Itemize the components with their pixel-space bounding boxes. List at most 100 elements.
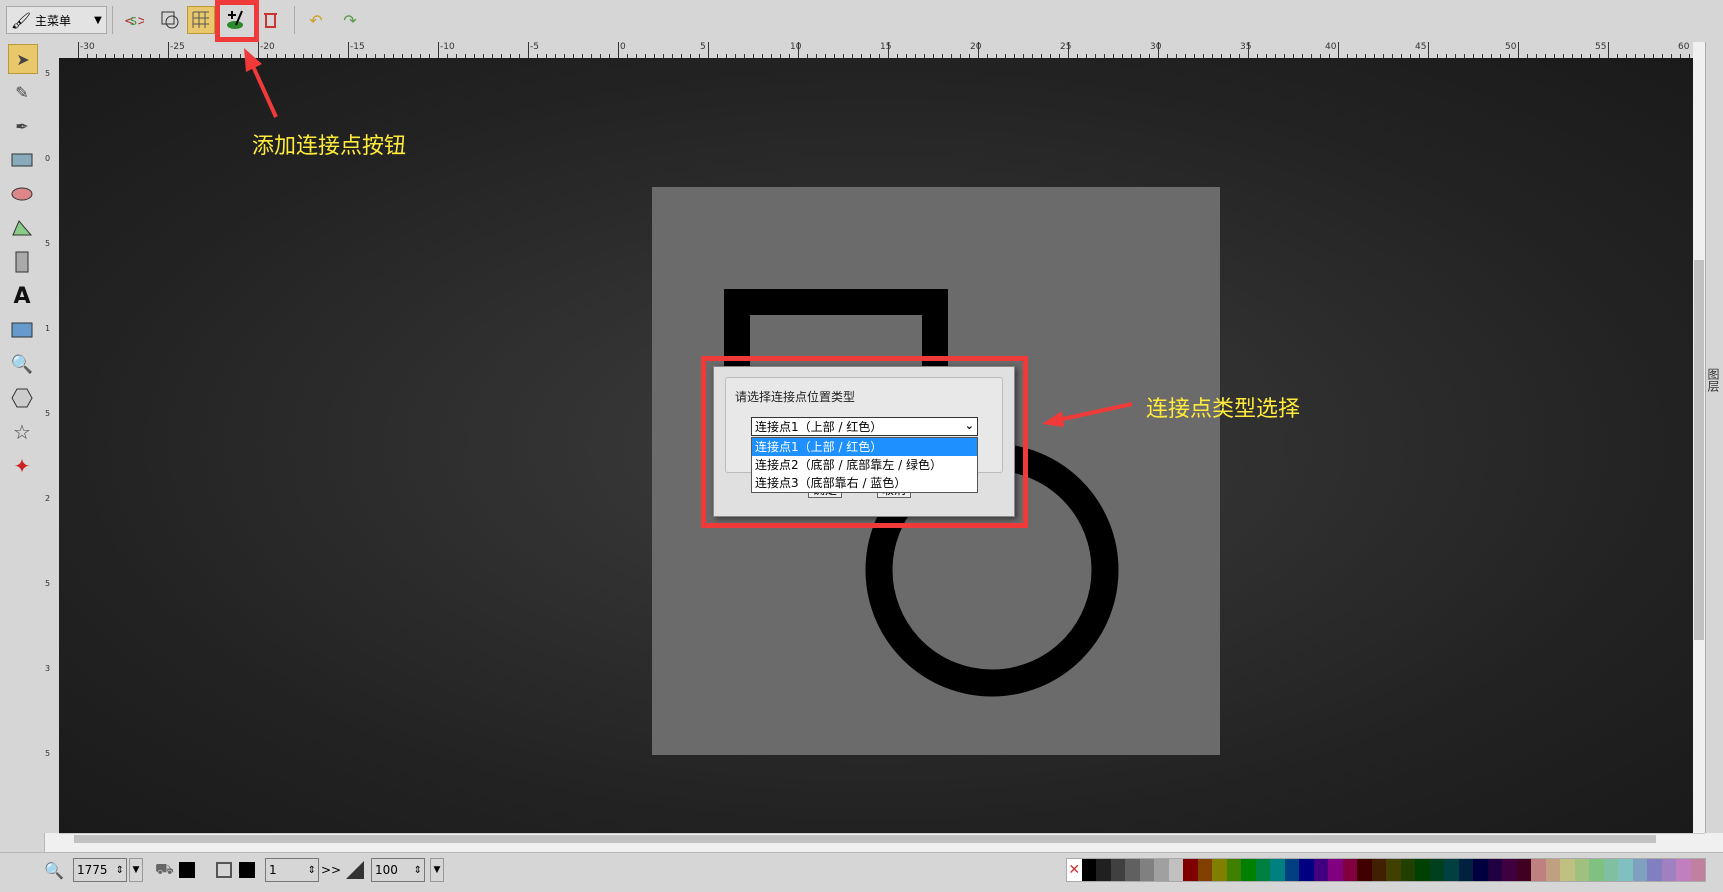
palette-swatch[interactable]	[1212, 859, 1227, 881]
palette-swatch[interactable]	[1574, 859, 1589, 881]
palette-swatch[interactable]	[1560, 859, 1575, 881]
delete-connector-icon[interactable]	[256, 6, 284, 34]
ruler-label: -25	[170, 42, 185, 52]
palette-swatch[interactable]	[1226, 859, 1241, 881]
palette-swatch[interactable]	[1183, 859, 1198, 881]
palette-swatch[interactable]	[1386, 859, 1401, 881]
rect-icon[interactable]	[8, 146, 36, 174]
connector-icon[interactable]: ✦	[8, 452, 36, 480]
palette-swatch[interactable]	[1632, 859, 1647, 881]
palette-swatch[interactable]	[1197, 859, 1212, 881]
ruler-label: 5	[700, 42, 706, 52]
palette-swatch[interactable]	[1415, 859, 1430, 881]
redo-icon[interactable]: ↷	[336, 6, 364, 34]
ruler-label: 15	[880, 42, 892, 52]
shapes-icon[interactable]	[8, 248, 36, 276]
no-color-swatch[interactable]: ✕	[1067, 859, 1082, 881]
pencil-icon[interactable]: ✎	[8, 78, 36, 106]
opacity-input[interactable]: 100 ⇕	[371, 858, 425, 882]
palette-swatch[interactable]	[1589, 859, 1604, 881]
palette-swatch[interactable]	[1487, 859, 1502, 881]
ruler-label: 5	[45, 749, 51, 758]
palette-swatch[interactable]	[1647, 859, 1662, 881]
palette-swatch[interactable]	[1444, 859, 1459, 881]
source-icon[interactable]: < S >	[120, 6, 148, 34]
stroke-width-input[interactable]: 1 ⇕	[265, 858, 319, 882]
ruler-label: 55	[1595, 42, 1607, 52]
palette-swatch[interactable]	[1473, 859, 1488, 881]
palette-swatch[interactable]	[1400, 859, 1415, 881]
zoom-icon[interactable]: 🔍	[8, 350, 36, 378]
select-icon[interactable]: ➤	[8, 44, 38, 74]
opacity-dropdown-button[interactable]: ▼	[430, 858, 444, 882]
ruler-label: -5	[530, 42, 539, 52]
palette-swatch[interactable]	[1676, 859, 1691, 881]
horizontal-scrollbar-thumb[interactable]	[74, 835, 1656, 843]
undo-icon[interactable]: ↶	[302, 6, 330, 34]
grid-icon[interactable]	[187, 6, 215, 34]
palette-swatch[interactable]	[1241, 859, 1256, 881]
svg-text:S: S	[130, 15, 137, 28]
palette-swatch[interactable]	[1299, 859, 1314, 881]
palette-swatch[interactable]	[1603, 859, 1618, 881]
ruler-tick	[1518, 42, 1519, 58]
palette-swatch[interactable]	[1284, 859, 1299, 881]
polygon-icon[interactable]	[8, 384, 36, 412]
opacity-icon	[346, 858, 366, 882]
main-menu-button[interactable]: 🖌 主菜单 ▼	[6, 6, 107, 34]
palette-swatch[interactable]	[1531, 859, 1546, 881]
ruler-tick	[348, 42, 349, 58]
palette-swatch[interactable]	[1110, 859, 1125, 881]
pen-icon[interactable]: ✒	[8, 112, 36, 140]
image-icon[interactable]	[8, 316, 36, 344]
palette-swatch[interactable]	[1661, 859, 1676, 881]
ruler-label: -15	[350, 42, 365, 52]
palette-swatch[interactable]	[1081, 859, 1096, 881]
palette-swatch[interactable]	[1125, 859, 1140, 881]
palette-swatch[interactable]	[1139, 859, 1154, 881]
ruler-label: 20	[970, 42, 982, 52]
ruler-label: 50	[1505, 42, 1517, 52]
ruler-tick	[168, 42, 169, 58]
palette-swatch[interactable]	[1618, 859, 1633, 881]
chevron-down-icon: ▼	[94, 14, 102, 26]
ruler-tick	[1158, 42, 1159, 58]
palette-swatch[interactable]	[1357, 859, 1372, 881]
palette-swatch[interactable]	[1154, 859, 1169, 881]
palette-swatch[interactable]	[1371, 859, 1386, 881]
ruler-tick	[1248, 42, 1249, 58]
palette-swatch[interactable]	[1502, 859, 1517, 881]
zoom-dropdown-button[interactable]: ▼	[129, 858, 143, 882]
stroke-options-icon[interactable]: >>	[321, 858, 341, 882]
palette-swatch[interactable]	[1545, 859, 1560, 881]
palette-swatch[interactable]	[1168, 859, 1183, 881]
ruler-label: 5	[45, 69, 51, 78]
ruler-label: 5	[45, 579, 51, 588]
layers-tab[interactable]	[1705, 42, 1723, 833]
ruler-top: -30 -25 -20 -15 -10 -5 0 5 10 15 20 25 3…	[59, 42, 1693, 59]
palette-swatch[interactable]	[1690, 859, 1705, 881]
palette-swatch[interactable]	[1342, 859, 1357, 881]
palette-swatch[interactable]	[1255, 859, 1270, 881]
group-icon[interactable]	[156, 6, 184, 34]
palette-swatch[interactable]	[1516, 859, 1531, 881]
zoom-icon: 🔍	[44, 860, 64, 880]
ruler-label: 2	[45, 494, 51, 503]
highlight-box	[701, 356, 1028, 528]
path-icon[interactable]	[8, 214, 36, 242]
palette-swatch[interactable]	[1270, 859, 1285, 881]
star-icon[interactable]: ☆	[8, 418, 36, 446]
palette-swatch[interactable]	[1458, 859, 1473, 881]
stroke-color-swatch[interactable]	[239, 858, 259, 882]
fill-color-swatch[interactable]	[179, 858, 199, 882]
ruler-tick	[438, 42, 439, 58]
vertical-scrollbar-thumb[interactable]	[1694, 260, 1704, 640]
ellipse-icon[interactable]	[8, 180, 36, 208]
palette-swatch[interactable]	[1328, 859, 1343, 881]
zoom-input[interactable]: 1775 ⇕	[73, 858, 127, 882]
text-icon[interactable]: A	[8, 282, 36, 310]
palette-swatch[interactable]	[1313, 859, 1328, 881]
palette-swatch[interactable]	[1096, 859, 1111, 881]
ruler-label: 1	[45, 324, 51, 333]
palette-swatch[interactable]	[1429, 859, 1444, 881]
